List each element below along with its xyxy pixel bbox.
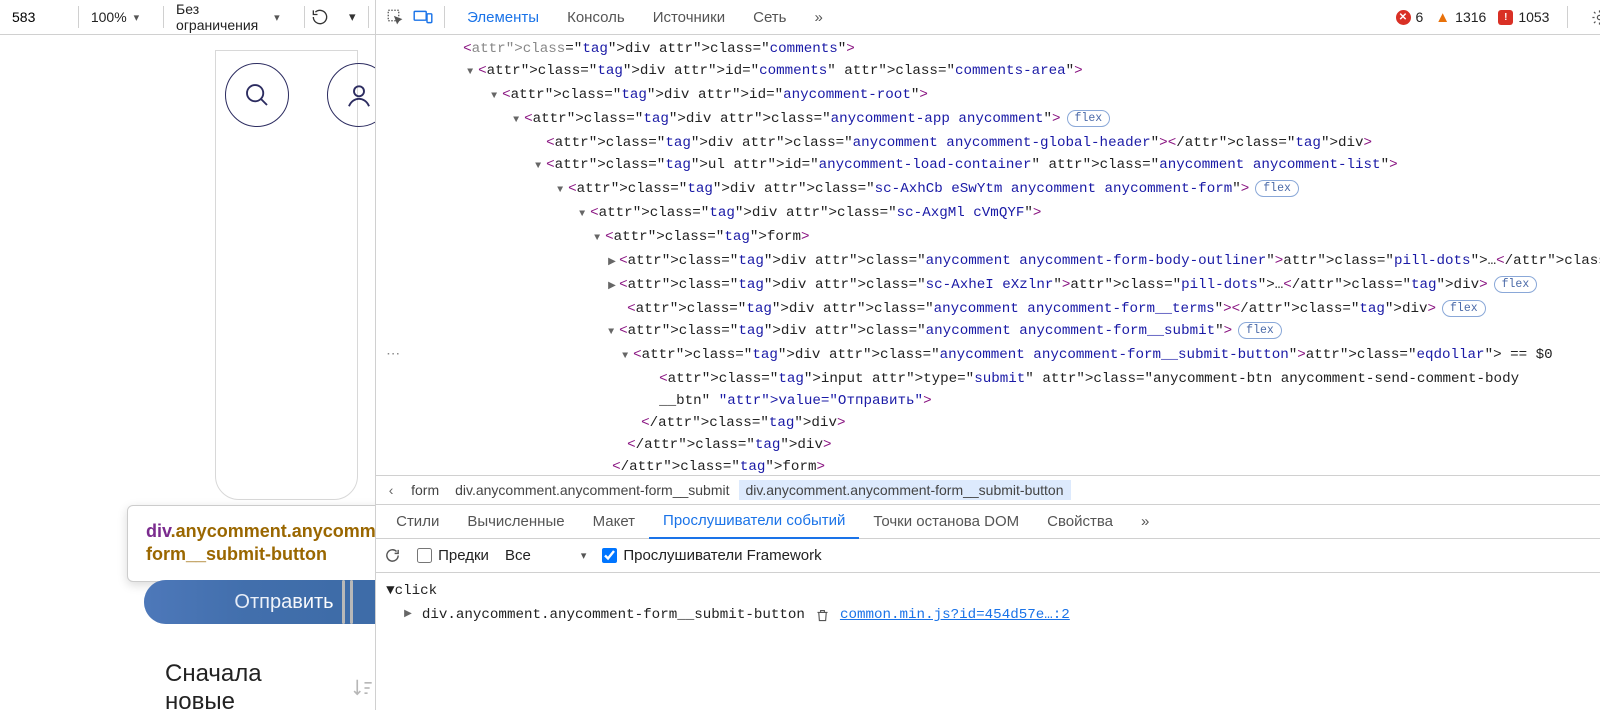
event-target-selector[interactable]: div.anycomment.anycomment-form__submit-b… xyxy=(422,603,805,627)
styles-subtabs: Стили Вычисленные Макет Прослушиватели с… xyxy=(376,505,1600,539)
tab-elements[interactable]: Элементы xyxy=(453,0,553,35)
search-button[interactable] xyxy=(225,63,289,127)
search-icon xyxy=(242,80,272,110)
submit-button[interactable]: Отправить xyxy=(144,580,375,624)
throttling-value: Без ограничения xyxy=(176,1,267,33)
warnings-count: 1316 xyxy=(1455,9,1486,25)
rotate-icon[interactable] xyxy=(309,3,333,31)
event-listeners-panel: ▼click ▶ div.anycomment.anycomment-form_… xyxy=(376,573,1600,710)
crumb-form[interactable]: form xyxy=(404,480,446,500)
ancestors-label: Предки xyxy=(438,547,489,564)
device-mode-icon[interactable] xyxy=(410,3,436,31)
subtab-properties[interactable]: Свойства xyxy=(1033,505,1127,539)
listeners-filter-bar: Предки Все▾ Прослушиватели Framework xyxy=(376,539,1600,573)
trash-icon[interactable] xyxy=(815,608,830,623)
subtab-dom-breakpoints[interactable]: Точки останова DOM xyxy=(859,505,1033,539)
separator xyxy=(368,6,369,28)
profile-button[interactable] xyxy=(327,63,375,127)
tabs-overflow-icon[interactable]: » xyxy=(801,0,837,35)
submit-label: Отправить xyxy=(234,591,333,614)
sort-icon[interactable] xyxy=(350,675,375,701)
listener-scope-select[interactable]: Все▾ xyxy=(505,547,586,564)
zoom-select[interactable]: 100% xyxy=(83,5,159,29)
inspect-icon[interactable] xyxy=(382,3,408,31)
zoom-value: 100% xyxy=(91,9,127,25)
separator xyxy=(444,6,445,28)
resize-handle[interactable] xyxy=(342,580,353,624)
subtab-event-listeners[interactable]: Прослушиватели событий xyxy=(649,505,859,539)
viewport-width-input[interactable] xyxy=(6,5,74,29)
subtab-styles[interactable]: Стили xyxy=(382,505,453,539)
crumb-scroll-left[interactable]: ‹ xyxy=(380,482,402,498)
refresh-icon[interactable] xyxy=(384,547,401,564)
subtab-layout[interactable]: Макет xyxy=(579,505,649,539)
framework-checkbox[interactable]: Прослушиватели Framework xyxy=(602,547,821,564)
ancestors-checkbox[interactable]: Предки xyxy=(417,547,489,564)
tab-network[interactable]: Сеть xyxy=(739,0,800,35)
issues-pill[interactable]: !1053 xyxy=(1498,9,1549,25)
separator xyxy=(304,6,305,28)
devtools-toolbar: Элементы Консоль Источники Сеть » ✕6 ▲13… xyxy=(376,0,1600,35)
separator xyxy=(1567,6,1568,28)
device-menu-dropdown[interactable]: ▾ xyxy=(340,3,364,31)
issues-count: 1053 xyxy=(1518,9,1549,25)
framework-label: Прослушиватели Framework xyxy=(623,547,821,564)
event-source-link[interactable]: common.min.js?id=454d57e…:2 xyxy=(840,603,1070,627)
tab-sources[interactable]: Источники xyxy=(639,0,739,35)
device-toolbar: 100% Без ограничения ▾ xyxy=(0,0,375,35)
scope-value: Все xyxy=(505,547,531,564)
crumb-submit-button[interactable]: div.anycomment.anycomment-form__submit-b… xyxy=(739,480,1071,500)
separator xyxy=(163,6,164,28)
subtab-computed[interactable]: Вычисленные xyxy=(453,505,578,539)
errors-count: 6 xyxy=(1416,9,1424,25)
separator xyxy=(78,6,79,28)
preview-canvas: div.anycomment.anycomment-form__submit-b… xyxy=(0,35,375,710)
crumb-submit[interactable]: div.anycomment.anycomment-form__submit xyxy=(448,480,736,500)
warnings-pill[interactable]: ▲1316 xyxy=(1435,9,1486,26)
sort-mode: новые xyxy=(165,688,235,710)
sort-toggle[interactable]: Сначала новые xyxy=(165,660,330,710)
element-inspect-tooltip: div.anycomment.anycomment-form__submit-b… xyxy=(127,505,375,582)
subtabs-overflow-icon[interactable]: » xyxy=(1127,505,1163,539)
event-type-row[interactable]: ▼click xyxy=(386,579,1600,603)
throttling-select[interactable]: Без ограничения xyxy=(168,5,300,29)
event-listener-row: ▶ div.anycomment.anycomment-form__submit… xyxy=(386,603,1600,627)
elements-tree[interactable]: <attr">class="tag">div attr">class="comm… xyxy=(376,35,1600,475)
tab-console[interactable]: Консоль xyxy=(553,0,639,35)
sort-prefix: Сначала xyxy=(165,660,262,687)
tooltip-selector: div.anycomment.anycomment-form__submit-b… xyxy=(146,520,375,567)
breadcrumb: ‹ form div.anycomment.anycomment-form__s… xyxy=(376,475,1600,505)
errors-pill[interactable]: ✕6 xyxy=(1396,9,1424,25)
gear-icon[interactable] xyxy=(1586,3,1600,31)
user-icon xyxy=(344,80,374,110)
